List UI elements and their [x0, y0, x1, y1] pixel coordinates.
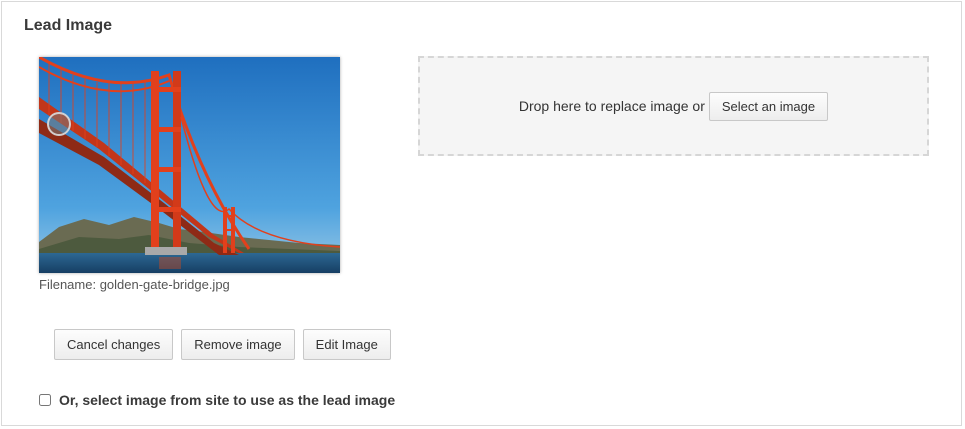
- bridge-photo: [39, 57, 340, 273]
- image-actions: Cancel changes Remove image Edit Image: [54, 329, 391, 360]
- image-dropzone[interactable]: Drop here to replace image or Select an …: [418, 56, 929, 156]
- lead-image-panel: Lead Image Filename: golden-gate-bridge.…: [1, 1, 962, 426]
- focal-point-handle[interactable]: [47, 112, 71, 136]
- cancel-changes-button[interactable]: Cancel changes: [54, 329, 174, 360]
- site-image-checkbox[interactable]: [39, 394, 51, 406]
- site-image-label[interactable]: Or, select image from site to use as the…: [59, 392, 395, 408]
- select-image-button[interactable]: Select an image: [708, 91, 829, 121]
- image-filename: Filename: golden-gate-bridge.jpg: [39, 277, 230, 292]
- edit-image-button[interactable]: Edit Image: [302, 329, 391, 360]
- site-image-option: Or, select image from site to use as the…: [39, 392, 395, 408]
- section-title: Lead Image: [24, 17, 113, 34]
- lead-image-thumbnail[interactable]: [39, 57, 340, 273]
- remove-image-button[interactable]: Remove image: [181, 329, 295, 360]
- dropzone-text: Drop here to replace image or: [518, 98, 705, 114]
